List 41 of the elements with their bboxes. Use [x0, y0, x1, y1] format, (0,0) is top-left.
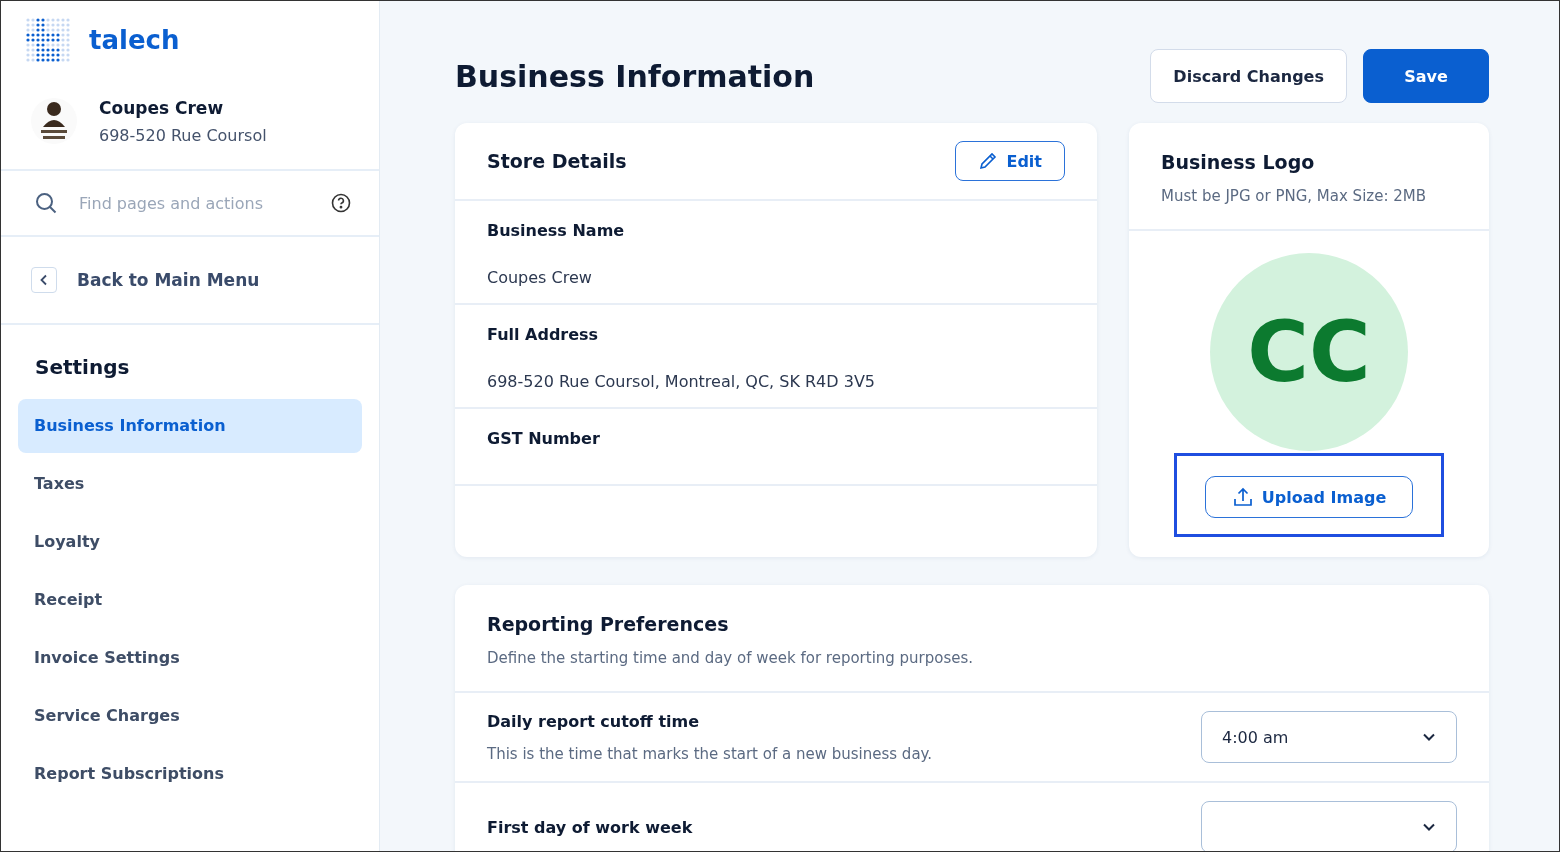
card-description: Define the starting time and day of week for reporting purposes.	[487, 649, 975, 667]
card-title: Reporting Preferences	[487, 613, 730, 635]
save-button[interactable]: Save	[1363, 49, 1489, 103]
sidebar-item[interactable]: Invoice Settings	[18, 631, 362, 685]
card-title: Business Logo	[1161, 151, 1316, 173]
page-title: Business Information	[455, 58, 815, 94]
upload-icon	[1231, 486, 1254, 508]
chevron-down-icon	[1422, 732, 1436, 742]
field-label: GST Number	[487, 429, 601, 448]
business-name: Coupes Crew	[99, 97, 225, 118]
sidebar-item[interactable]: Report Subscriptions	[18, 747, 362, 801]
search-field[interactable]: Find pages and actions	[77, 192, 311, 214]
field-label: Business Name	[487, 221, 626, 240]
setting-description: This is the time that marks the start of a new business day.	[487, 744, 933, 763]
chevron-down-icon	[1422, 822, 1436, 832]
brand-name: talech	[89, 25, 180, 55]
field-value: 698-520 Rue Coursol, Montreal, QC, SK R4D 3V5	[487, 372, 876, 391]
sidebar-item[interactable]: Business Information	[18, 399, 362, 453]
search-icon	[35, 192, 57, 214]
setting-label: Daily report cutoff time	[487, 711, 701, 731]
edit-button[interactable]: Edit	[955, 141, 1065, 181]
sidebar-item[interactable]: Service Charges	[18, 689, 362, 743]
field-value: Coupes Crew	[487, 268, 593, 287]
discard-button[interactable]: Discard Changes	[1150, 49, 1347, 103]
logo-avatar: CC	[1210, 253, 1408, 451]
help-icon[interactable]	[331, 193, 351, 213]
sidebar-item[interactable]: Receipt	[18, 573, 362, 627]
field-label: Full Address	[487, 325, 600, 344]
select-field[interactable]	[1201, 801, 1457, 851]
business-address: 698-520 Rue Coursol	[99, 125, 267, 145]
logo-hint: Must be JPG or PNG, Max Size: 2MB	[1161, 187, 1427, 205]
sidebar-item[interactable]: Taxes	[18, 457, 362, 511]
card-title: Store Details	[487, 150, 627, 172]
upload-button[interactable]: Upload Image	[1204, 476, 1414, 518]
sidebar-item[interactable]: Loyalty	[18, 515, 362, 569]
pencil-icon	[978, 151, 999, 171]
back-link[interactable]: Back to Main Menu	[31, 267, 260, 293]
setting-label: First day of work week	[487, 817, 693, 837]
select-field[interactable]: 4:00 am	[1201, 711, 1457, 763]
settings-heading: Settings	[34, 354, 131, 381]
dot-grid-logo-icon	[25, 17, 71, 63]
